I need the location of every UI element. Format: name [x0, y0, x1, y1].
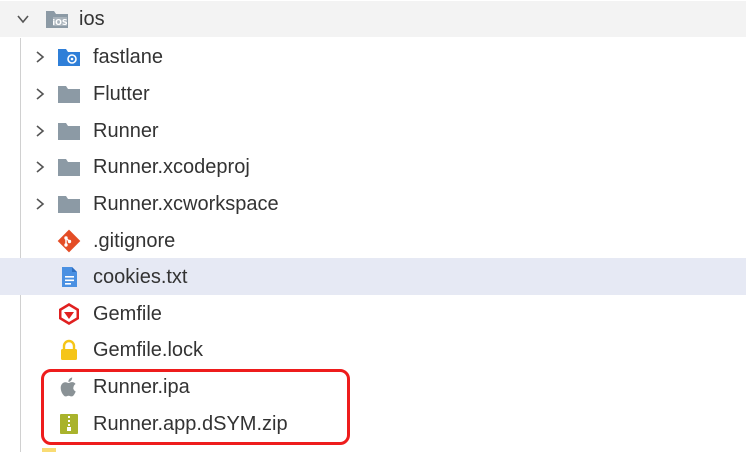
tree-item-label: Gemfile.lock	[93, 339, 204, 361]
fastlane-folder-icon	[58, 49, 80, 66]
tree-item-label: Runner.xcworkspace	[93, 193, 279, 215]
chevron-right-icon[interactable]	[33, 87, 47, 101]
highlight-annotation-box	[41, 369, 350, 445]
next-item-peek	[42, 448, 56, 452]
git-icon	[57, 229, 81, 253]
svg-text:iOS: iOS	[52, 18, 68, 27]
chevron-right-icon[interactable]	[33, 124, 47, 138]
tree-item-gemfile-lock[interactable]: Gemfile.lock	[0, 332, 746, 369]
tree-item-label: Gemfile	[93, 303, 162, 325]
tree-root-label: ios	[79, 8, 105, 30]
tree-item-runner-xcodeproj[interactable]: Runner.xcodeproj	[0, 149, 746, 186]
tree-item-label: .gitignore	[93, 230, 176, 252]
folder-icon	[58, 123, 80, 140]
ruby-gem-icon	[59, 303, 79, 325]
chevron-right-icon[interactable]	[33, 50, 47, 64]
ios-folder-icon: iOS	[46, 11, 68, 28]
tree-item-gitignore[interactable]: .gitignore	[0, 222, 746, 259]
folder-icon	[58, 86, 80, 103]
tree-item-runner[interactable]: Runner	[0, 112, 746, 149]
text-file-icon	[62, 267, 77, 287]
folder-icon	[58, 196, 80, 213]
tree-item-fastlane[interactable]: fastlane	[0, 38, 746, 75]
tree-item-label: Runner	[93, 120, 159, 142]
tree-root-ios[interactable]: iOS ios	[0, 1, 746, 37]
chevron-right-icon[interactable]	[33, 197, 47, 211]
tree-item-label: fastlane	[93, 46, 164, 68]
tree-item-label: Runner.xcodeproj	[93, 156, 250, 178]
tree-item-runner-xcworkspace[interactable]: Runner.xcworkspace	[0, 186, 746, 223]
chevron-right-icon[interactable]	[33, 160, 47, 174]
tree-item-flutter[interactable]: Flutter	[0, 75, 746, 112]
tree-item-cookies-txt[interactable]: cookies.txt	[0, 258, 746, 295]
tree-item-label: cookies.txt	[93, 266, 188, 288]
folder-icon	[58, 159, 80, 176]
lock-icon	[61, 339, 77, 360]
tree-item-label: Flutter	[93, 83, 150, 105]
tree-item-gemfile[interactable]: Gemfile	[0, 295, 746, 332]
chevron-down-icon[interactable]	[16, 12, 30, 26]
